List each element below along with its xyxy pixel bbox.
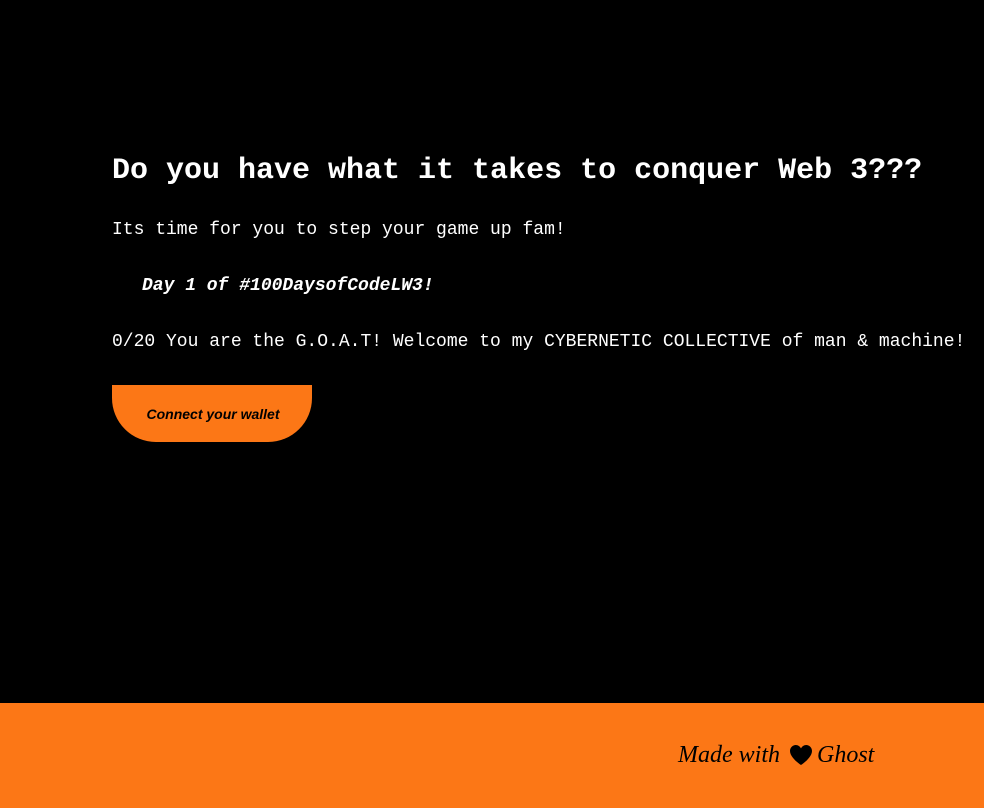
ghost-link[interactable]: Ghost: [817, 740, 874, 770]
connect-wallet-button[interactable]: Connect your wallet: [112, 385, 312, 442]
heart-icon: [789, 744, 813, 766]
progress-text: 0/20 You are the G.O.A.T! Welcome to my …: [112, 332, 966, 352]
page-title: Do you have what it takes to conquer Web…: [112, 154, 923, 188]
footer: Made with Ghost: [0, 703, 984, 808]
made-with-prefix: Made with: [678, 742, 780, 768]
page: Do you have what it takes to conquer Web…: [0, 0, 984, 808]
day-label: Day 1 of #100DaysofCodeLW3!: [142, 276, 434, 296]
made-with-credit[interactable]: Made with Ghost: [678, 740, 874, 770]
tagline: Its time for you to step your game up fa…: [112, 220, 566, 240]
